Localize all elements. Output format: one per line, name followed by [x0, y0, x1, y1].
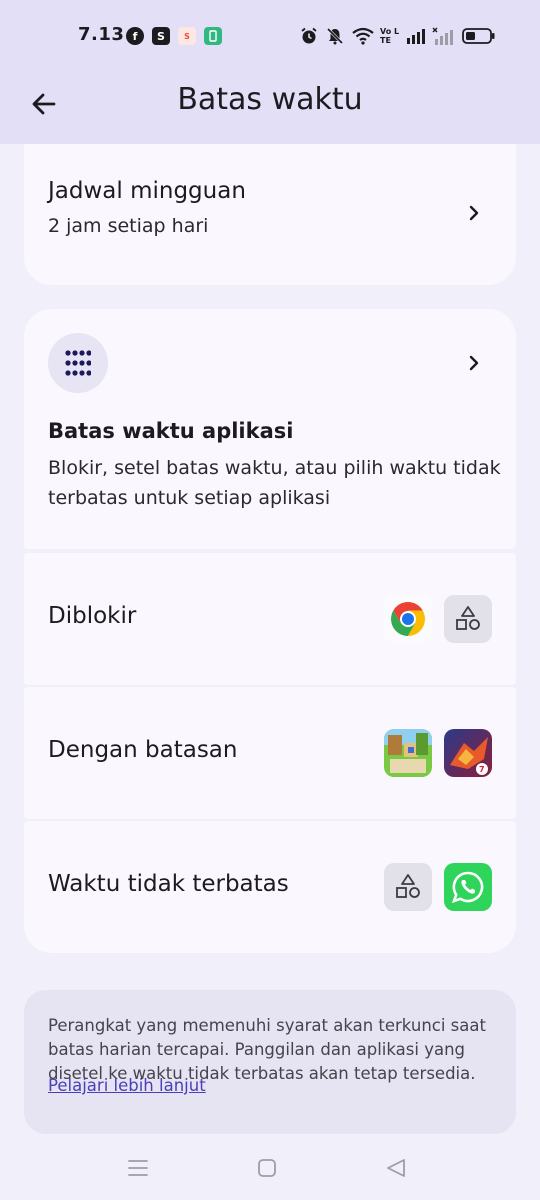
app-limits-description: Blokir, setel batas waktu, atau pilih wa…: [48, 457, 501, 509]
signal-icon: [407, 29, 425, 44]
home-icon: [258, 1159, 276, 1177]
battery-icon: [462, 28, 495, 44]
back-nav-button[interactable]: [383, 1156, 409, 1180]
menu-button[interactable]: [125, 1156, 151, 1180]
blocked-apps-row[interactable]: Diblokir: [24, 553, 516, 685]
free-fire-game-icon: 7: [444, 729, 492, 777]
home-button[interactable]: [254, 1156, 280, 1180]
learn-more-link[interactable]: Pelajari lebih lanjut: [48, 1076, 206, 1095]
weekly-schedule-subtitle: 2 jam setiap hari: [48, 215, 209, 237]
app-icon-list: 7: [384, 729, 492, 777]
volte-icon: Vo LTE: [380, 27, 400, 45]
system-nav-bar: [0, 1140, 540, 1200]
block-craft-game-icon: [384, 729, 432, 777]
app-bar: Batas waktu: [0, 68, 540, 144]
svg-text:7: 7: [479, 765, 485, 774]
row-label: Diblokir: [48, 603, 137, 629]
unlimited-apps-row[interactable]: Waktu tidak terbatas: [24, 821, 516, 953]
menu-icon: [128, 1160, 148, 1176]
chevron-right-icon: [469, 205, 479, 221]
mute-icon: [326, 27, 344, 45]
battery-saver-icon: [204, 27, 222, 45]
row-label: Dengan batasan: [48, 737, 238, 763]
limited-apps-row[interactable]: Dengan batasan 7: [24, 687, 516, 819]
wifi-icon: [352, 27, 374, 45]
status-bar: 7.13 f S S Vo LTE: [0, 0, 540, 68]
shopee-icon: S: [152, 27, 170, 45]
page-title: Batas waktu: [177, 82, 363, 117]
weekly-schedule-card[interactable]: Jadwal mingguan 2 jam setiap hari: [24, 144, 516, 285]
whatsapp-app-icon: [444, 863, 492, 911]
generic-app-icon: [384, 863, 432, 911]
shopeepay-icon: S: [178, 27, 196, 45]
app-icon-list: [384, 595, 492, 643]
chrome-app-icon: [384, 595, 432, 643]
status-time: 7.13: [78, 24, 125, 45]
info-box: Perangkat yang memenuhi syarat akan terk…: [24, 990, 516, 1134]
app-limits-title: Batas waktu aplikasi: [48, 419, 294, 443]
app-icon-list: [384, 863, 492, 911]
facebook-icon: f: [126, 27, 144, 45]
apps-grid-icon: [48, 333, 108, 393]
app-limits-card[interactable]: Batas waktu aplikasi Blokir, setel batas…: [24, 309, 516, 549]
row-label: Waktu tidak terbatas: [48, 871, 289, 897]
signal-x-icon: [432, 27, 453, 45]
weekly-schedule-title: Jadwal mingguan: [48, 178, 246, 204]
alarm-icon: [301, 27, 317, 44]
back-triangle-icon: [387, 1159, 405, 1177]
generic-app-icon: [444, 595, 492, 643]
chevron-right-icon: [469, 355, 479, 371]
